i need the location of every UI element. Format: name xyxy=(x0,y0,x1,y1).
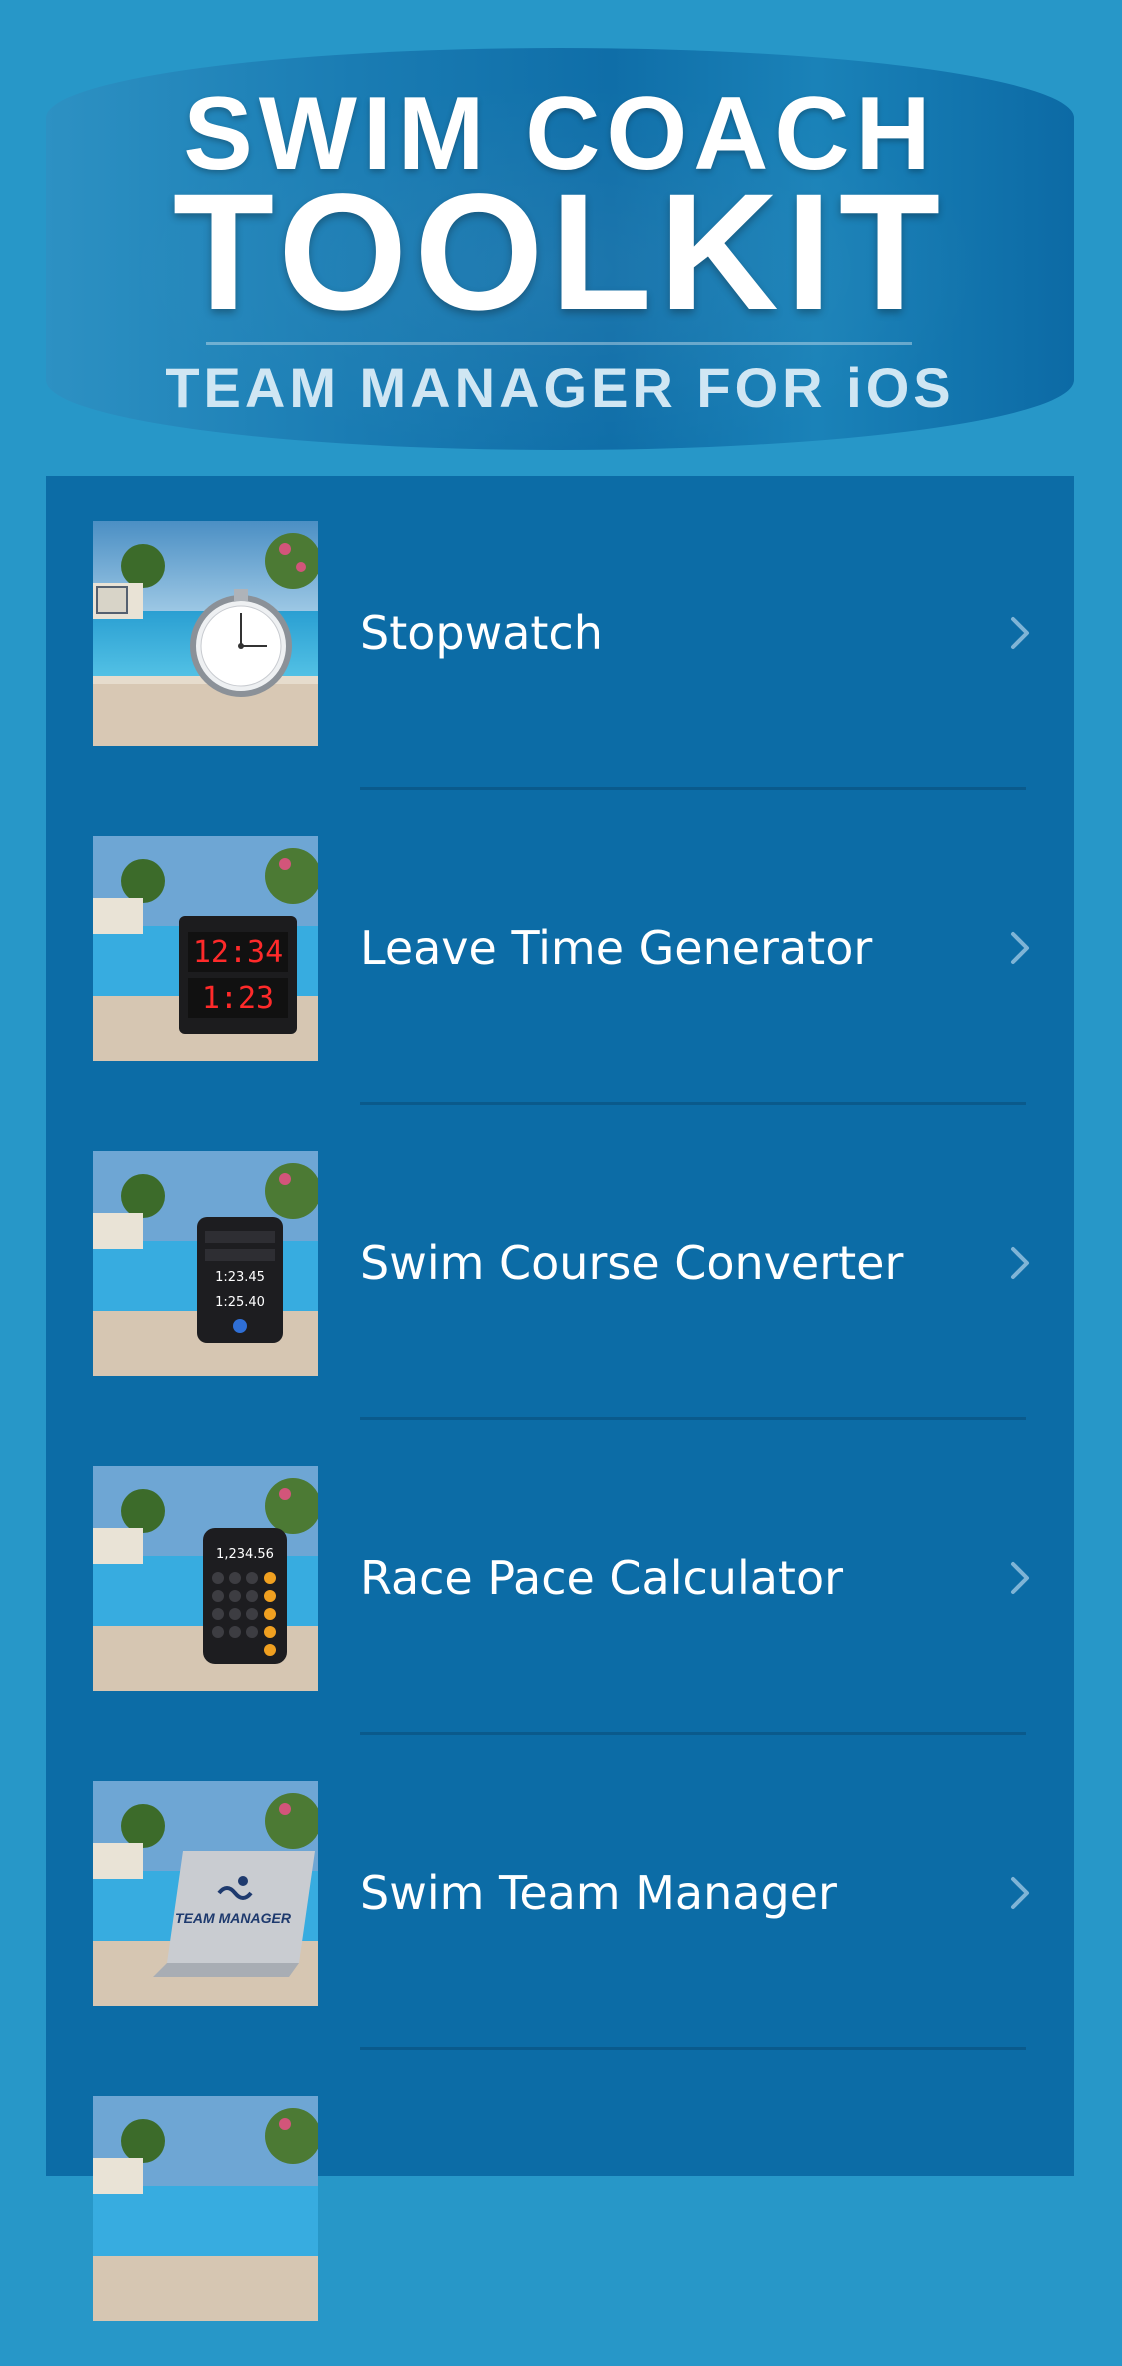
converter-value-1: 1:23.45 xyxy=(215,1270,265,1285)
pace-clock-thumbnail: 12:34 1:23 xyxy=(93,836,318,1061)
chevron-right-icon xyxy=(1011,932,1029,964)
menu-item-label: Leave Time Generator xyxy=(360,921,873,975)
banner-title-line-2: TOOLKIT xyxy=(172,160,948,345)
chevron-right-icon xyxy=(1011,1247,1029,1279)
pool-thumbnail xyxy=(93,2096,318,2321)
laptop-logo-text: TEAM MANAGER xyxy=(175,1910,292,1926)
banner-divider xyxy=(206,342,912,345)
converter-thumbnail: 1:23.45 1:25.40 xyxy=(93,1151,318,1376)
chevron-right-icon xyxy=(1011,1562,1029,1594)
list-separator xyxy=(360,787,1026,790)
tools-menu-list: Stopwatch 12:34 1:23 Leave Time Generato… xyxy=(46,476,1074,2321)
menu-item-swim-team-manager[interactable]: TEAM MANAGER Swim Team Manager xyxy=(46,1736,1074,2051)
menu-item-partial[interactable] xyxy=(46,2051,1074,2366)
menu-item-stopwatch[interactable]: Stopwatch xyxy=(46,476,1074,791)
menu-item-swim-course-converter[interactable]: 1:23.45 1:25.40 Swim Course Converter xyxy=(46,1106,1074,1421)
menu-item-label: Swim Team Manager xyxy=(360,1866,837,1920)
clock-bottom-readout: 1:23 xyxy=(202,981,274,1016)
chevron-right-icon xyxy=(1011,1877,1029,1909)
menu-item-label: Stopwatch xyxy=(360,606,603,660)
menu-item-race-pace-calculator[interactable]: 1,234.56 Race Pace Calculator xyxy=(46,1421,1074,1736)
menu-item-label: Race Pace Calculator xyxy=(360,1551,844,1605)
banner-title-line-1: SWIM COACH xyxy=(183,76,937,192)
chevron-right-icon xyxy=(1011,617,1029,649)
laptop-thumbnail: TEAM MANAGER xyxy=(93,1781,318,2006)
header-banner: SWIM COACH TOOLKIT TEAM MANAGER FOR iOS xyxy=(46,48,1074,450)
list-separator xyxy=(360,1417,1026,1420)
converter-value-2: 1:25.40 xyxy=(215,1295,265,1310)
list-separator xyxy=(360,1732,1026,1735)
menu-item-leave-time-generator[interactable]: 12:34 1:23 Leave Time Generator xyxy=(46,791,1074,1106)
list-separator xyxy=(360,2047,1026,2050)
banner-subtitle: TEAM MANAGER FOR iOS xyxy=(165,356,955,419)
clock-top-readout: 12:34 xyxy=(193,935,283,970)
list-separator xyxy=(360,1102,1026,1105)
stopwatch-thumbnail xyxy=(93,521,318,746)
calculator-display: 1,234.56 xyxy=(216,1547,274,1562)
menu-item-label: Swim Course Converter xyxy=(360,1236,904,1290)
calculator-thumbnail: 1,234.56 xyxy=(93,1466,318,1691)
